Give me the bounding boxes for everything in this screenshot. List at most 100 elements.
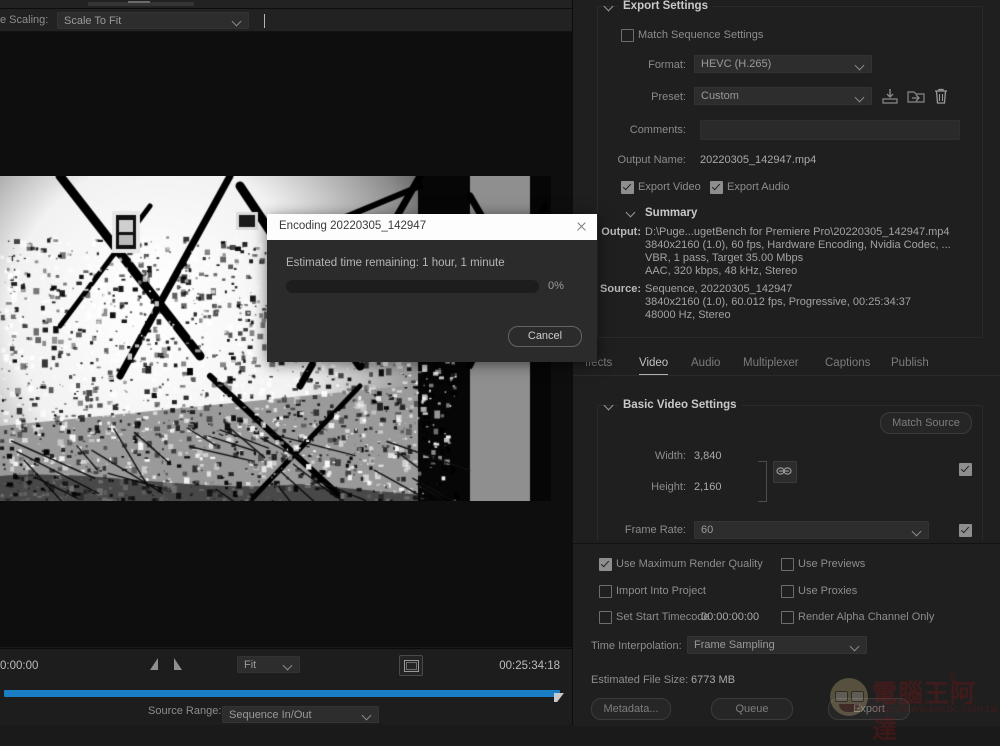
collapse-basic-video-icon[interactable]: [604, 401, 614, 411]
frame-rate-select[interactable]: 60: [694, 521, 929, 539]
chevron-down-icon: [856, 92, 865, 101]
watermark-mascot-icon: [830, 678, 868, 716]
use-proxies-label: Use Proxies: [798, 585, 858, 597]
collapse-export-settings-icon[interactable]: [604, 2, 614, 12]
panel-tab-stub[interactable]: [88, 1, 194, 6]
basic-video-settings-title: Basic Video Settings: [618, 399, 742, 411]
export-audio-label: Export Audio: [727, 181, 790, 193]
source-scaling-label: e Scaling:: [0, 14, 49, 26]
summary-output-key: Output:: [601, 226, 641, 238]
watermark-url: http://www.kocpc.com.tw: [872, 704, 999, 715]
import-into-project-checkbox[interactable]: [599, 585, 612, 598]
tab-publish[interactable]: Publish: [891, 352, 929, 374]
height-value[interactable]: 2,160: [694, 481, 722, 493]
scrub-track[interactable]: [0, 688, 572, 702]
summary-source-key: Source:: [600, 283, 641, 295]
tab-captions[interactable]: Captions: [825, 352, 870, 374]
use-proxies-checkbox[interactable]: [781, 585, 794, 598]
use-previews-label: Use Previews: [798, 558, 866, 570]
summary-source-line-2: 48000 Hz, Stereo: [645, 309, 731, 321]
queue-button[interactable]: Queue: [711, 698, 793, 720]
export-settings-panel: Export Settings Match Sequence Settings …: [572, 0, 1000, 726]
time-interpolation-value: Frame Sampling: [694, 639, 775, 651]
output-name-label: Output Name:: [617, 154, 686, 166]
comments-input[interactable]: [700, 120, 960, 140]
import-into-project-label: Import Into Project: [616, 585, 706, 597]
source-range-select[interactable]: Sequence In/Out: [222, 706, 379, 723]
chevron-down-icon: [913, 526, 922, 535]
aspect-link-bracket: [758, 461, 767, 502]
import-preset-icon[interactable]: [907, 88, 925, 105]
dimensions-enable-checkbox[interactable]: [959, 463, 972, 476]
summary-title: Summary: [640, 207, 703, 219]
link-dimensions-icon[interactable]: [773, 461, 797, 483]
preview-zoom-value: Fit: [244, 658, 257, 671]
close-icon[interactable]: [573, 219, 589, 235]
export-settings-scroll[interactable]: Export Settings Match Sequence Settings …: [573, 0, 1000, 540]
set-start-timecode-checkbox[interactable]: [599, 611, 612, 624]
chevron-down-icon: [233, 16, 242, 25]
export-settings-title: Export Settings: [618, 0, 713, 12]
end-timecode[interactable]: 00:25:34:18: [499, 660, 560, 672]
export-audio-checkbox[interactable]: [710, 181, 723, 194]
tabs-divider: [573, 375, 1000, 376]
chevron-down-icon: [856, 60, 865, 69]
text-caret: [264, 14, 265, 28]
fit-frame-button[interactable]: [399, 655, 423, 676]
set-start-timecode-label: Set Start Timecode: [616, 611, 710, 623]
match-source-button[interactable]: Match Source: [880, 412, 972, 434]
dialog-title-bar[interactable]: Encoding 20220305_142947: [267, 214, 597, 240]
summary-output-line-1: 3840x2160 (1.0), 60 fps, Hardware Encodi…: [645, 239, 951, 251]
render-alpha-only-checkbox[interactable]: [781, 611, 794, 624]
source-scaling-select[interactable]: Scale To Fit: [57, 12, 249, 29]
encode-progress-bar: [286, 280, 539, 293]
width-value[interactable]: 3,840: [694, 450, 722, 462]
comments-label: Comments:: [629, 124, 686, 136]
height-label: Height:: [651, 481, 686, 493]
match-sequence-settings-checkbox[interactable]: [621, 29, 634, 42]
metadata-button[interactable]: Metadata...: [591, 698, 671, 720]
preset-label: Preset:: [651, 91, 686, 103]
format-value: HEVC (H.265): [701, 58, 772, 70]
site-watermark: ♕ 電腦王阿達 http://www.kocpc.com.tw: [828, 669, 999, 744]
source-range-row: Source Range: Sequence In/Out: [0, 702, 572, 725]
cancel-button[interactable]: Cancel: [508, 326, 582, 347]
preview-zoom-select[interactable]: Fit: [237, 656, 300, 673]
start-timecode[interactable]: 0:00:00: [0, 660, 38, 672]
source-range-label: Source Range:: [148, 705, 222, 717]
export-video-checkbox[interactable]: [621, 181, 634, 194]
panel-tab-strip: [0, 0, 572, 9]
delete-preset-icon[interactable]: [932, 88, 950, 105]
out-point-marker[interactable]: [174, 658, 182, 670]
estimated-file-size-value: 6773 MB: [691, 674, 736, 686]
source-scaling-value: Scale To Fit: [64, 14, 122, 27]
scrub-range-bar[interactable]: [4, 690, 560, 697]
start-timecode-value[interactable]: 00:00:00:00: [701, 611, 759, 623]
frame-rate-value: 60: [701, 524, 714, 536]
source-scaling-row: e Scaling: Scale To Fit: [0, 9, 572, 32]
time-interpolation-label: Time Interpolation:: [591, 640, 682, 652]
summary-source-line-0: Sequence, 20220305_142947: [645, 283, 793, 295]
summary-source-line-1: 3840x2160 (1.0), 60.012 fps, Progressive…: [645, 296, 912, 308]
format-select[interactable]: HEVC (H.265): [694, 55, 872, 73]
tab-video[interactable]: Video: [639, 352, 669, 375]
chevron-down-icon: [363, 710, 372, 719]
use-max-render-quality-checkbox[interactable]: [599, 558, 612, 571]
chevron-down-icon: [851, 641, 860, 650]
preset-select[interactable]: Custom: [694, 87, 872, 105]
summary-output-line-3: AAC, 320 kbps, 48 kHz, Stereo: [645, 265, 798, 277]
save-preset-icon[interactable]: [881, 88, 899, 105]
tab-multiplexer[interactable]: Multiplexer: [743, 352, 799, 374]
time-interpolation-select[interactable]: Frame Sampling: [687, 636, 867, 654]
tab-audio[interactable]: Audio: [691, 352, 720, 374]
output-name-value[interactable]: 20220305_142947.mp4: [700, 154, 816, 166]
settings-tabs: ffects Video Audio Multiplexer Captions …: [573, 352, 1000, 376]
use-previews-checkbox[interactable]: [781, 558, 794, 571]
in-point-marker[interactable]: [150, 658, 158, 670]
collapse-summary-icon[interactable]: [626, 208, 636, 218]
source-preview-panel: e Scaling: Scale To Fit 0:00:00 00:25:34…: [0, 0, 572, 725]
source-range-value: Sequence In/Out: [229, 708, 312, 721]
match-sequence-settings-label: Match Sequence Settings: [638, 29, 764, 41]
render-alpha-only-label: Render Alpha Channel Only: [798, 611, 935, 623]
frame-rate-enable-checkbox[interactable]: [959, 524, 972, 537]
